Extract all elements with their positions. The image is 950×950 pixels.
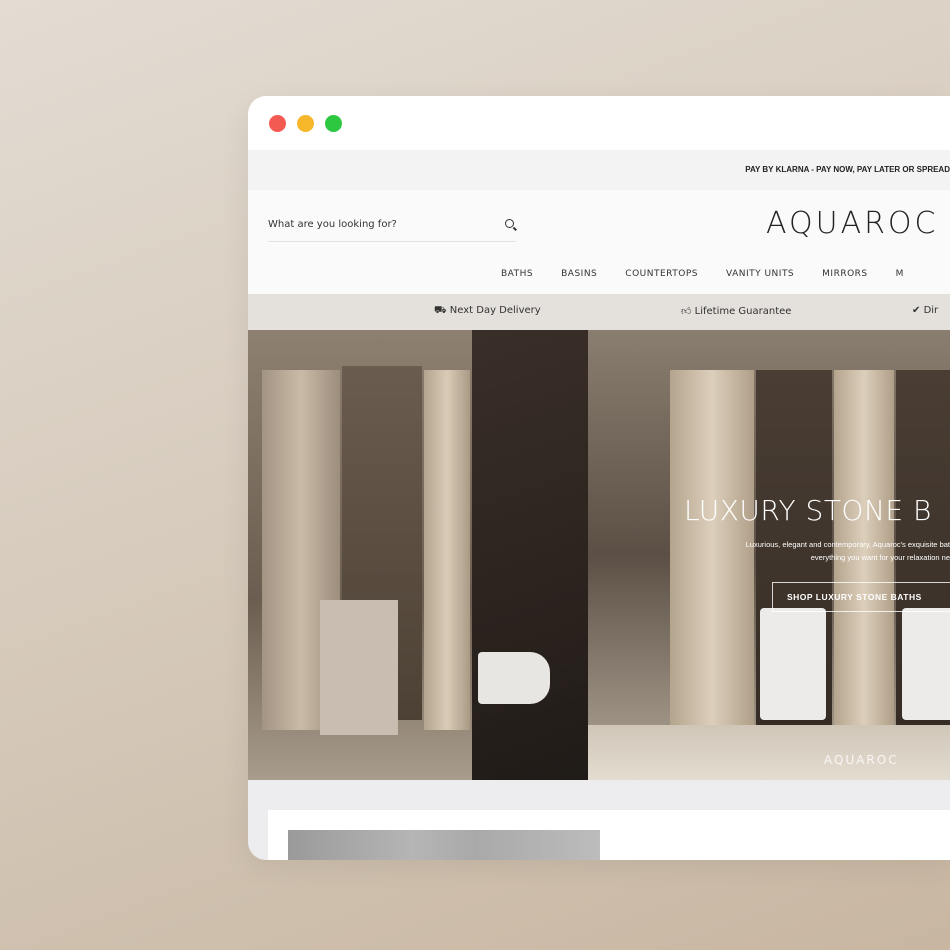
main-nav: BATHS BASINS COUNTERTOPS VANITY UNITS MI… [501, 269, 904, 279]
white-basin [760, 608, 826, 720]
nav-vanity-units[interactable]: VANITY UNITS [726, 269, 794, 279]
minimize-button[interactable] [297, 115, 314, 132]
shop-luxury-stone-baths-button[interactable]: SHOP LUXURY STONE BATHS [772, 582, 950, 612]
nav-basins[interactable]: BASINS [561, 269, 597, 279]
hero-subtitle-line: everything you want for your relaxation … [810, 553, 950, 562]
check-badge-icon: ✔ [912, 305, 921, 316]
nav-countertops[interactable]: COUNTERTOPS [625, 269, 698, 279]
feature-direct: ✔ Dir [912, 305, 938, 316]
hero-title: LUXURY STONE B [684, 494, 932, 527]
product-card [268, 810, 950, 860]
nav-more[interactable]: M [896, 269, 904, 279]
title-bar [248, 96, 950, 150]
browser-window: PAY BY KLARNA - PAY NOW, PAY LATER OR SP… [248, 96, 950, 860]
feature-delivery: ⛟ Next Day Delivery [434, 305, 541, 318]
white-basin [902, 608, 950, 720]
nav-baths[interactable]: BATHS [501, 269, 533, 279]
thumbs-up-icon: 👍︎ [681, 306, 692, 317]
close-button[interactable] [269, 115, 286, 132]
watermark-logo: AQUAROC [824, 753, 899, 767]
nav-mirrors[interactable]: MIRRORS [822, 269, 867, 279]
hero-subtitle-line: Luxurious, elegant and contemporary, Aqu… [745, 540, 950, 549]
stone-basin [320, 600, 398, 735]
hero-subtitle: Luxurious, elegant and contemporary, Aqu… [678, 538, 950, 564]
feature-label: Dir [923, 305, 939, 316]
features-bar: ⛟ Next Day Delivery 👍︎ Lifetime Guarante… [248, 294, 950, 330]
content-section [248, 780, 950, 860]
feature-guarantee: 👍︎ Lifetime Guarantee [681, 305, 791, 317]
hero-banner: LUXURY STONE B Luxurious, elegant and co… [248, 330, 950, 780]
feature-label: Lifetime Guarantee [694, 306, 792, 317]
feature-label: Next Day Delivery [449, 305, 541, 316]
logo[interactable]: AQUAROC [766, 206, 939, 241]
product-image[interactable] [288, 830, 600, 860]
truck-icon: ⛟ [434, 305, 447, 316]
site-header: What are you looking for? AQUAROC BATHS … [248, 190, 950, 294]
search-placeholder: What are you looking for? [268, 219, 397, 230]
search-icon[interactable] [505, 219, 514, 228]
maximize-button[interactable] [325, 115, 342, 132]
toilet [478, 652, 550, 704]
announcement-bar[interactable]: PAY BY KLARNA - PAY NOW, PAY LATER OR SP… [248, 150, 950, 190]
stone-pillar [424, 370, 470, 730]
search-input[interactable]: What are you looking for? [268, 208, 516, 242]
